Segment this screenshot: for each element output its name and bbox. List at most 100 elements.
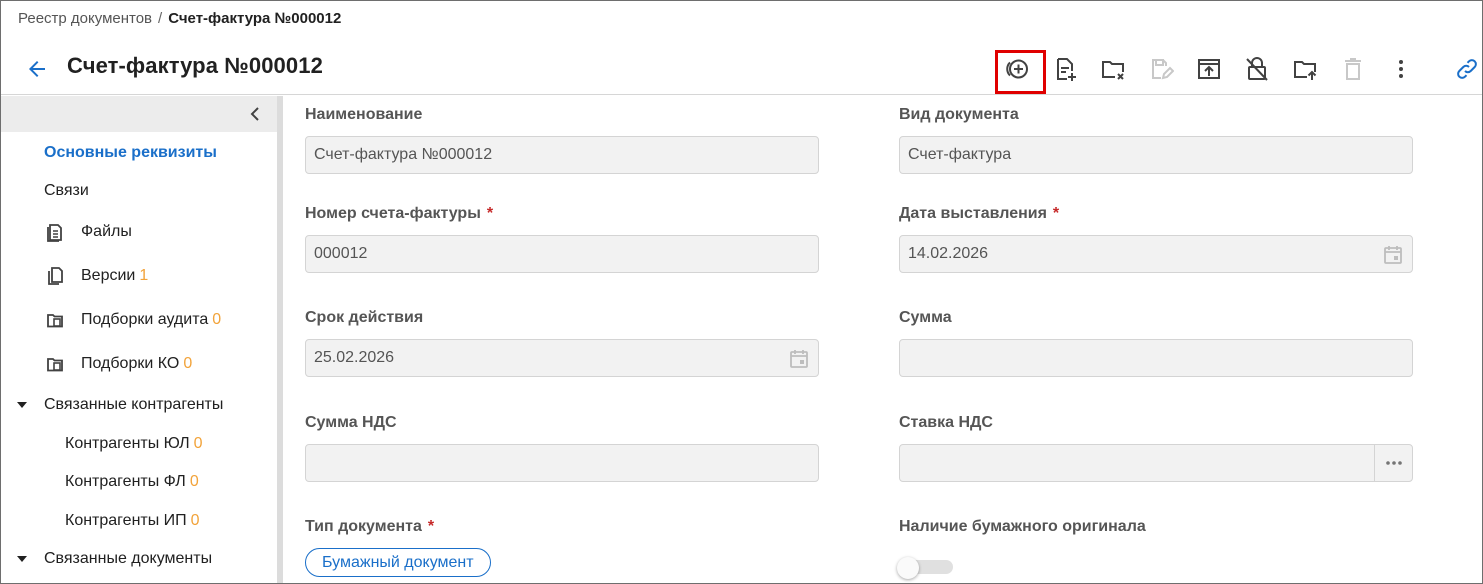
sidebar-scrollbar[interactable] <box>277 96 283 583</box>
sidebar-group-related-documents[interactable]: Связанные документы <box>16 550 212 568</box>
breadcrumb-parent-link[interactable]: Реестр документов <box>18 10 152 27</box>
sidebar-item-label: Файлы <box>81 223 132 240</box>
unlock-button[interactable] <box>1233 49 1281 89</box>
audit-selections-count: 0 <box>212 311 222 328</box>
validity-date-field[interactable]: 25.02.2026 <box>305 339 819 377</box>
legal-count: 0 <box>193 435 203 452</box>
caret-down-icon <box>16 553 28 565</box>
more-actions-button[interactable] <box>1377 49 1425 89</box>
vat-amount-field[interactable] <box>305 444 819 482</box>
issue-date-label: Дата выставления * <box>899 205 1059 223</box>
vat-rate-field[interactable] <box>899 444 1413 482</box>
sidebar-item-versions[interactable]: Версии 1 <box>44 265 148 287</box>
required-marker: * <box>486 205 494 222</box>
collapse-sidebar-button[interactable] <box>243 102 267 126</box>
sidebar-item-label: Версии <box>81 267 136 284</box>
doc-kind-value: Счет-фактура <box>908 146 1012 163</box>
sidebar-item-audit-selections[interactable]: Подборки аудита 0 <box>44 309 221 331</box>
publish-button[interactable] <box>1185 49 1233 89</box>
folder-remove-icon <box>1102 61 1124 80</box>
versions-count: 1 <box>139 267 149 284</box>
add-link-button[interactable] <box>993 49 1046 94</box>
create-document-button[interactable] <box>1041 49 1089 89</box>
doc-kind-label-text: Вид документа <box>899 106 1019 123</box>
delete-button[interactable] <box>1329 49 1377 89</box>
sidebar-group-related-counterparties[interactable]: Связанные контрагенты <box>16 396 223 414</box>
document-add-icon <box>1057 58 1076 81</box>
doc-kind-field[interactable]: Счет-фактура <box>899 136 1413 174</box>
sidebar-item-counterparties-individual[interactable]: Контрагенты ФЛ 0 <box>65 473 199 491</box>
remove-from-folder-button[interactable] <box>1089 49 1137 89</box>
invoice-number-value: 000012 <box>314 245 368 262</box>
vat-amount-label: Сумма НДС <box>305 414 397 432</box>
sidebar-item-main-details[interactable]: Основные реквизиты <box>44 144 217 162</box>
sidebar-item-ko-selections[interactable]: Подборки КО 0 <box>44 353 192 375</box>
calendar-icon[interactable] <box>1382 244 1404 266</box>
doc-type-label-text: Тип документа <box>305 518 422 535</box>
sidebar-item-label: Контрагенты ФЛ <box>65 473 186 490</box>
issue-date-field[interactable]: 14.02.2026 <box>899 235 1413 273</box>
vat-amount-label-text: Сумма НДС <box>305 414 397 431</box>
doc-kind-label: Вид документа <box>899 106 1019 124</box>
document-icon <box>44 221 66 243</box>
sidebar-item-label: Контрагенты ИП <box>65 512 187 529</box>
sidebar-item-counterparties-legal[interactable]: Контрагенты ЮЛ 0 <box>65 435 203 453</box>
sidebar-item-label: Подборки КО <box>81 355 180 372</box>
copy-icon <box>44 265 66 287</box>
sidebar-collapse-row <box>1 96 277 132</box>
sidebar-item-label: Связанные документы <box>44 550 213 567</box>
name-field[interactable]: Счет-фактура №000012 <box>305 136 819 174</box>
ko-selections-count: 0 <box>183 355 193 372</box>
breadcrumb-current: Счет-фактура №000012 <box>168 10 342 27</box>
name-value: Счет-фактура №000012 <box>314 146 493 163</box>
validity-label: Срок действия <box>305 309 423 327</box>
sidebar-item-label: Подборки аудита <box>81 311 209 328</box>
app-window: Реестр документов / Счет-фактура №000012… <box>0 0 1483 584</box>
sidebar-item-label: Связанные контрагенты <box>44 396 224 413</box>
entrepreneur-count: 0 <box>190 512 200 529</box>
validity-label-text: Срок действия <box>305 309 424 326</box>
breadcrumb-separator: / <box>158 10 163 27</box>
edit-document-button[interactable] <box>1137 49 1185 89</box>
amount-label-text: Сумма <box>899 309 952 326</box>
invoice-number-label-text: Номер счета-фактуры <box>305 205 481 222</box>
sidebar-item-label: Основные реквизиты <box>44 144 217 161</box>
amount-field[interactable] <box>899 339 1413 377</box>
vat-rate-label: Ставка НДС <box>899 414 993 432</box>
sidebar-item-counterparties-entrepreneur[interactable]: Контрагенты ИП 0 <box>65 512 200 530</box>
issue-date-value: 14.02.2026 <box>908 245 989 262</box>
toggle-thumb <box>897 557 919 579</box>
invoice-number-label: Номер счета-фактуры * <box>305 205 493 223</box>
required-marker: * <box>1052 205 1060 222</box>
sidebar-item-label: Связи <box>44 182 89 199</box>
more-vertical-icon <box>1399 60 1403 78</box>
add-circle-icon <box>1006 59 1028 79</box>
breadcrumb: Реестр документов / Счет-фактура №000012 <box>18 10 341 27</box>
sidebar-item-files[interactable]: Файлы <box>44 221 132 243</box>
chevron-left-icon <box>250 107 259 121</box>
doc-type-label: Тип документа * <box>305 518 434 536</box>
paper-original-label-text: Наличие бумажного оригинала <box>899 518 1146 535</box>
required-marker: * <box>427 518 435 535</box>
sidebar <box>1 96 277 583</box>
folder-copy-icon <box>44 309 66 331</box>
issue-date-label-text: Дата выставления <box>899 205 1047 222</box>
calendar-icon[interactable] <box>788 348 810 370</box>
move-to-folder-button[interactable] <box>1281 49 1329 89</box>
doc-type-chip[interactable]: Бумажный документ <box>305 548 491 577</box>
sidebar-item-links[interactable]: Связи <box>44 182 89 200</box>
lock-off-icon <box>1246 57 1268 81</box>
folder-upload-icon <box>1294 61 1317 80</box>
copy-link-button[interactable] <box>1453 55 1481 83</box>
vat-rate-select-button[interactable] <box>1374 445 1412 481</box>
page-header: Счет-фактура №000012 <box>1 41 1482 95</box>
upload-window-icon <box>1198 59 1220 79</box>
invoice-number-field[interactable]: 000012 <box>305 235 819 273</box>
name-label: Наименование <box>305 106 422 124</box>
page-title: Счет-фактура №000012 <box>67 53 323 78</box>
paper-original-toggle[interactable] <box>897 557 955 579</box>
sidebar-item-label: Контрагенты ЮЛ <box>65 435 190 452</box>
folder-copy-icon <box>44 353 66 375</box>
link-icon <box>1457 59 1477 79</box>
back-button[interactable] <box>23 55 51 83</box>
